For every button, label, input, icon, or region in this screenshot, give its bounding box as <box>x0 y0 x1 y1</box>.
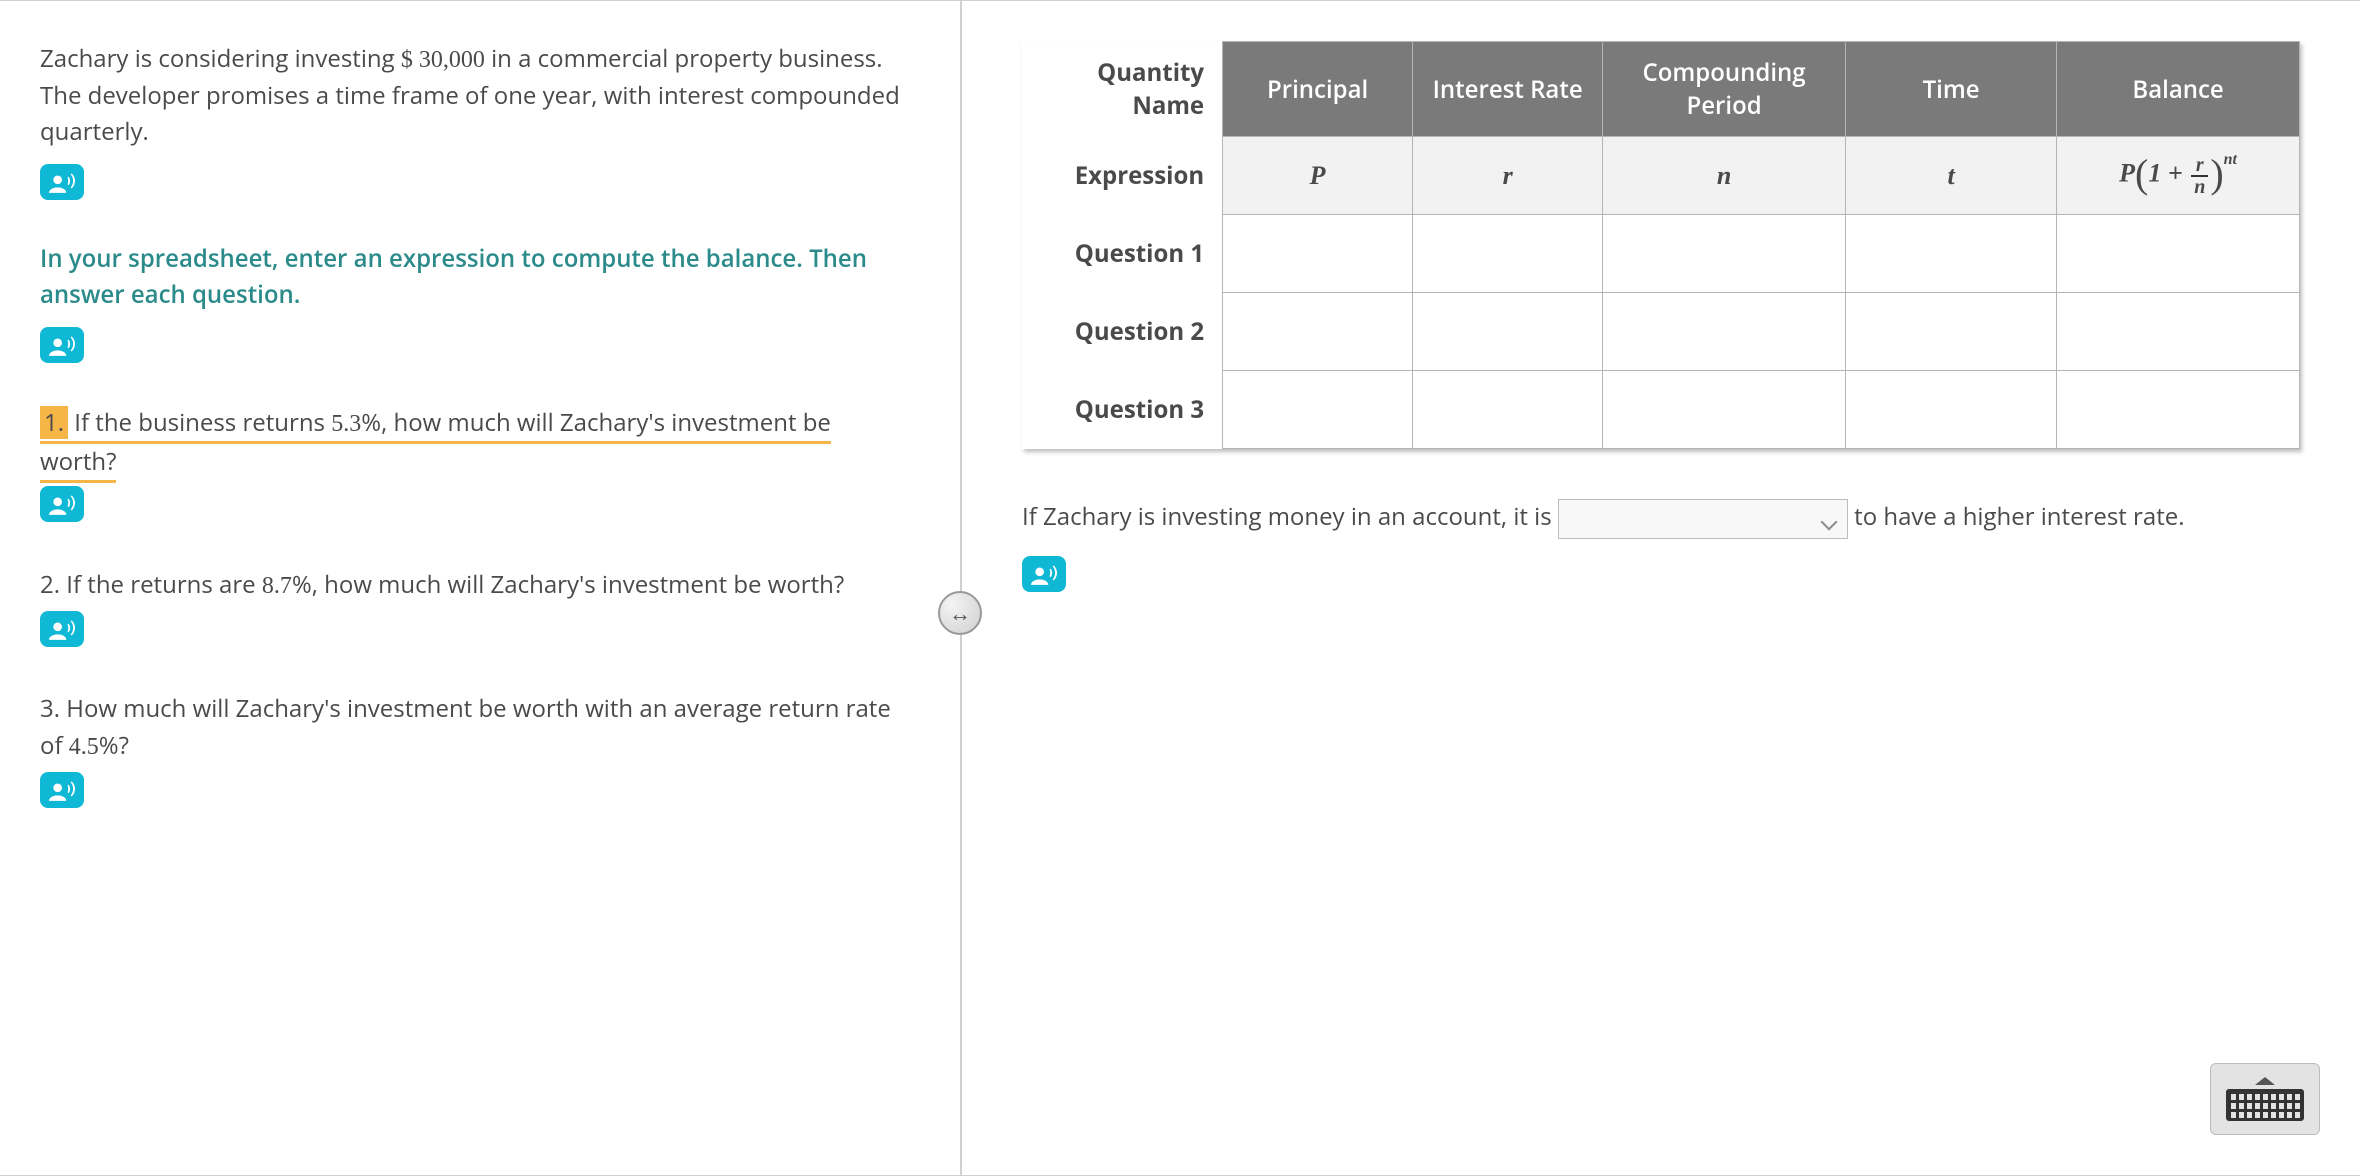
row-label-q1: Question 1 <box>1022 215 1223 293</box>
q3-principal-cell[interactable] <box>1223 371 1413 449</box>
tts-button-intro[interactable] <box>40 164 84 200</box>
sentence-part1: If Zachary is investing money in an acco… <box>1022 500 1558 533</box>
q2-post: %, how much will Zachary's investment be… <box>292 568 844 601</box>
q1-time-cell[interactable] <box>1845 215 2056 293</box>
table-row-q2: Question 2 <box>1022 293 2300 371</box>
q1-period-cell[interactable] <box>1603 215 1846 293</box>
question-panel: Zachary is considering investing $ 30,00… <box>0 1 960 1175</box>
table-header-row: Quantity Name Principal Interest Rate Co… <box>1022 42 2300 137</box>
quantities-table: Quantity Name Principal Interest Rate Co… <box>1022 41 2300 449</box>
header-quantity-name: Quantity Name <box>1022 42 1223 137</box>
header-time: Time <box>1845 42 2056 137</box>
q2-rate: 8.7 <box>262 573 292 599</box>
q1-principal-cell[interactable] <box>1223 215 1413 293</box>
q3-pre: How much will Zachary's investment be wo… <box>40 692 891 762</box>
speaker-person-icon <box>49 493 75 515</box>
header-compounding-period: Compounding Period <box>1603 42 1846 137</box>
expr-time: t <box>1845 137 2056 215</box>
tts-button-q2[interactable] <box>40 611 84 647</box>
question-2[interactable]: 2. If the returns are 8.7%, how much wil… <box>40 566 900 650</box>
intro-pre: Zachary is considering investing <box>40 42 401 75</box>
row-label-q3: Question 3 <box>1022 371 1223 449</box>
tts-button-instruction[interactable] <box>40 327 84 363</box>
header-principal: Principal <box>1223 42 1413 137</box>
answer-dropdown[interactable] <box>1558 499 1848 539</box>
q2-period-cell[interactable] <box>1603 293 1846 371</box>
keyboard-toggle-button[interactable] <box>2210 1063 2320 1135</box>
row-label-q2: Question 2 <box>1022 293 1223 371</box>
q3-rate-cell[interactable] <box>1413 371 1603 449</box>
expression-row-label: Expression <box>1022 137 1223 215</box>
answer-panel: Quantity Name Principal Interest Rate Co… <box>962 1 2360 1175</box>
tts-button-q1[interactable] <box>40 486 84 522</box>
q2-balance-cell[interactable] <box>2057 293 2300 371</box>
formula-exp: nt <box>2224 151 2237 168</box>
tts-button-sentence[interactable] <box>1022 556 1066 592</box>
formula-frac-num: r <box>2191 155 2208 177</box>
expression-row: Expression P r n t P(1 + rn)nt <box>1022 137 2300 215</box>
q3-post: %? <box>99 729 129 762</box>
fill-in-sentence: If Zachary is investing money in an acco… <box>1022 489 2300 544</box>
table-row-q3: Question 3 <box>1022 371 2300 449</box>
expr-rate: r <box>1413 137 1603 215</box>
q3-period-cell[interactable] <box>1603 371 1846 449</box>
instruction-text: In your spreadsheet, enter an expression… <box>40 241 900 313</box>
header-balance: Balance <box>2057 42 2300 137</box>
speaker-person-icon <box>1031 563 1057 585</box>
q2-rate-cell[interactable] <box>1413 293 1603 371</box>
q1-pre: If the business returns <box>74 406 331 439</box>
header-interest-rate: Interest Rate <box>1413 42 1603 137</box>
speaker-person-icon <box>49 779 75 801</box>
sentence-part2: to have a higher interest rate. <box>1854 500 2184 533</box>
formula-frac-den: n <box>2191 177 2208 197</box>
question-3[interactable]: 3. How much will Zachary's investment be… <box>40 690 900 812</box>
q2-number: 2. <box>40 568 60 601</box>
expr-period: n <box>1603 137 1846 215</box>
q1-balance-cell[interactable] <box>2057 215 2300 293</box>
q2-time-cell[interactable] <box>1845 293 2056 371</box>
q3-balance-cell[interactable] <box>2057 371 2300 449</box>
q1-number: 1. <box>40 406 68 439</box>
intro-amount: $ 30,000 <box>401 47 485 73</box>
q1-rate: 5.3 <box>331 411 361 437</box>
formula-plus: + <box>2168 158 2183 187</box>
expr-principal: P <box>1223 137 1413 215</box>
q3-time-cell[interactable] <box>1845 371 2056 449</box>
keyboard-icon <box>2226 1089 2304 1121</box>
speaker-person-icon <box>49 618 75 640</box>
speaker-person-icon <box>49 171 75 193</box>
question-1[interactable]: 1. If the business returns 5.3%, how muc… <box>40 404 900 526</box>
q2-principal-cell[interactable] <box>1223 293 1413 371</box>
q3-rate: 4.5 <box>69 734 99 760</box>
chevron-up-icon <box>2255 1077 2275 1085</box>
q1-rate-cell[interactable] <box>1413 215 1603 293</box>
table-row-q1: Question 1 <box>1022 215 2300 293</box>
problem-intro: Zachary is considering investing $ 30,00… <box>40 41 900 150</box>
q3-number: 3. <box>40 692 60 725</box>
speaker-person-icon <box>49 334 75 356</box>
tts-button-q3[interactable] <box>40 772 84 808</box>
formula-one: 1 <box>2148 158 2161 187</box>
formula-P: P <box>2119 158 2135 187</box>
q2-pre: If the returns are <box>66 568 262 601</box>
expr-balance-formula: P(1 + rn)nt <box>2057 137 2300 215</box>
